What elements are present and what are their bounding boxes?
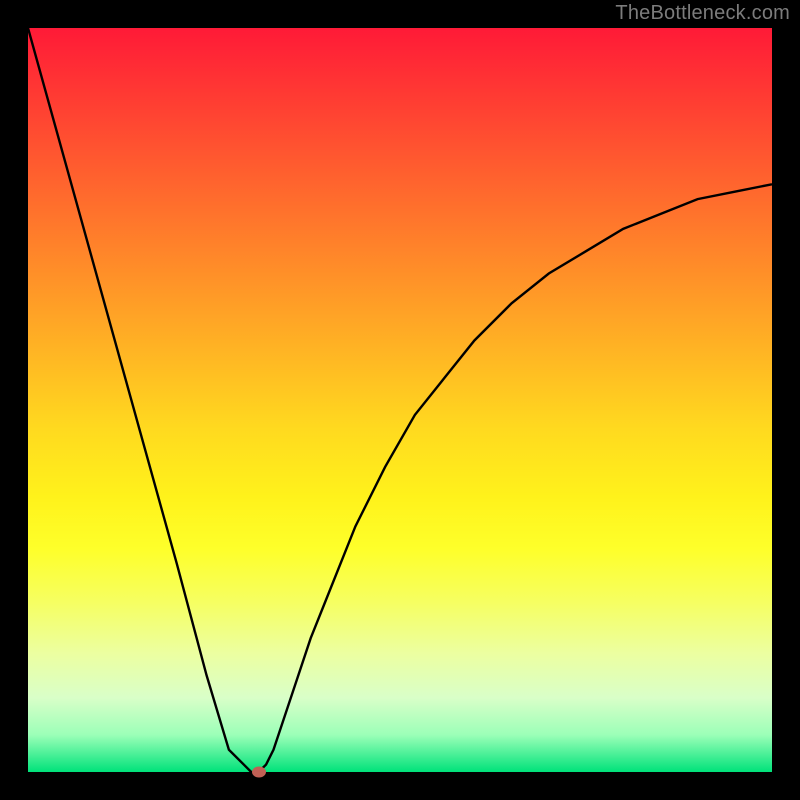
watermark-text: TheBottleneck.com: [615, 2, 790, 25]
optimal-point-marker: [252, 767, 266, 778]
bottleneck-curve-path: [28, 28, 772, 772]
chart-frame: TheBottleneck.com: [0, 0, 800, 800]
bottleneck-curve: [28, 28, 772, 772]
